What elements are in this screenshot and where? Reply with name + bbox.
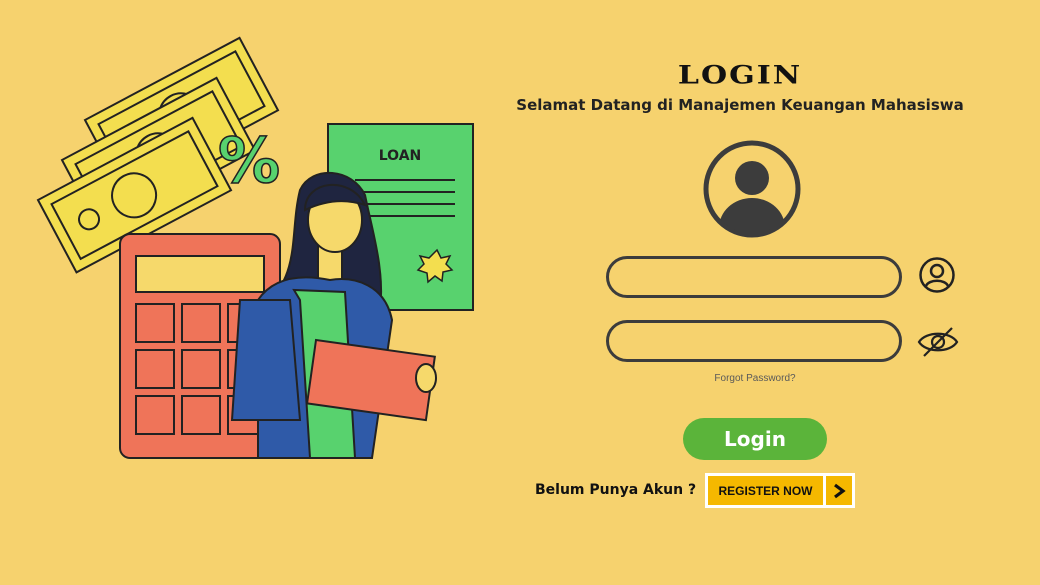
chevron-right-icon (826, 476, 852, 505)
percent-symbol: % (218, 124, 280, 197)
password-input[interactable] (606, 320, 902, 362)
page-title: LOGIN (677, 60, 803, 91)
forgot-password-link[interactable]: Forgot Password? (690, 373, 820, 384)
eye-off-icon[interactable] (916, 325, 960, 359)
user-icon (919, 257, 955, 293)
finance-illustration: % LOAN (36, 36, 474, 459)
page-subtitle: Selamat Datang di Manajemen Keuangan Mah… (516, 96, 964, 114)
loan-label: LOAN (379, 148, 422, 164)
login-button[interactable]: Login (683, 418, 827, 460)
register-now-label: REGISTER NOW (708, 476, 826, 505)
register-now-button[interactable]: REGISTER NOW (705, 473, 855, 508)
register-prompt: Belum Punya Akun ? (535, 482, 697, 498)
user-avatar-icon (703, 140, 801, 238)
username-input[interactable] (606, 256, 902, 298)
